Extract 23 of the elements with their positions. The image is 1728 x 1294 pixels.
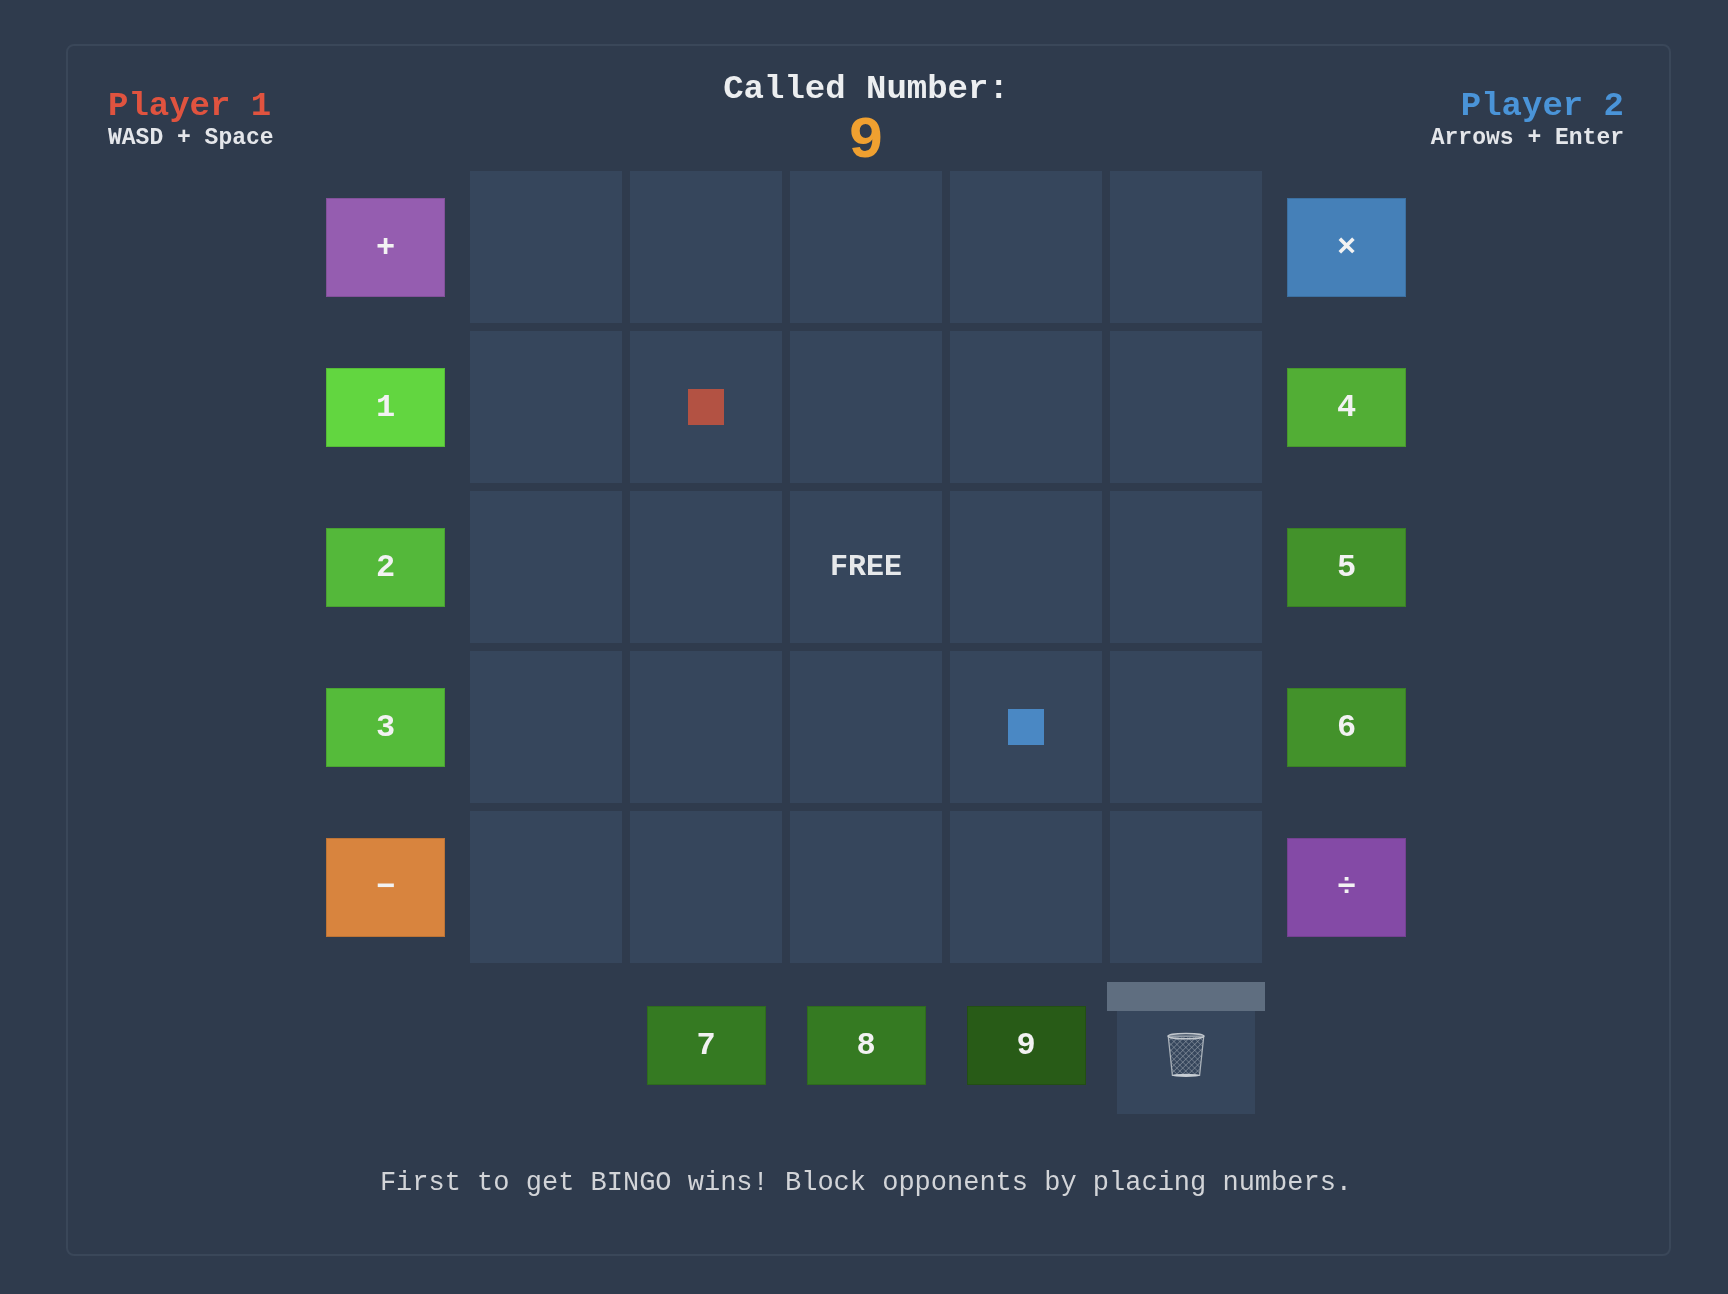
trash-drop-zone[interactable] — [1117, 1011, 1255, 1114]
operator-tile[interactable]: + — [326, 197, 445, 297]
player-name: Player 2 — [1460, 87, 1624, 125]
instructions-text: First to get BINGO wins! Block opponents by placing numbers. — [379, 1167, 1353, 1199]
number-tile[interactable]: 6 — [1287, 687, 1406, 767]
player-controls: WASD + Space — [108, 125, 274, 152]
player-name: Player 1 — [108, 87, 272, 125]
operator-tile[interactable]: × — [1287, 197, 1406, 297]
number-tile[interactable]: 7 — [646, 1006, 766, 1085]
operator-tile[interactable]: − — [326, 837, 445, 937]
number-tile[interactable]: 3 — [326, 687, 445, 767]
number-tile[interactable]: 4 — [1287, 367, 1406, 447]
called-number: 9 — [848, 111, 884, 171]
board-cell[interactable] — [950, 651, 1102, 803]
number-tile[interactable]: 8 — [806, 1006, 926, 1085]
operator-tile[interactable]: ÷ — [1287, 837, 1406, 937]
board-cell[interactable]: FREE — [790, 491, 942, 643]
player-controls: Arrows + Enter — [1430, 125, 1624, 152]
called-number-label: Called Number: — [723, 69, 1009, 109]
number-tile[interactable]: 9 — [966, 1006, 1086, 1085]
number-tile[interactable]: 2 — [326, 527, 445, 607]
number-tile[interactable]: 5 — [1287, 527, 1406, 607]
board-cell[interactable] — [630, 331, 782, 483]
